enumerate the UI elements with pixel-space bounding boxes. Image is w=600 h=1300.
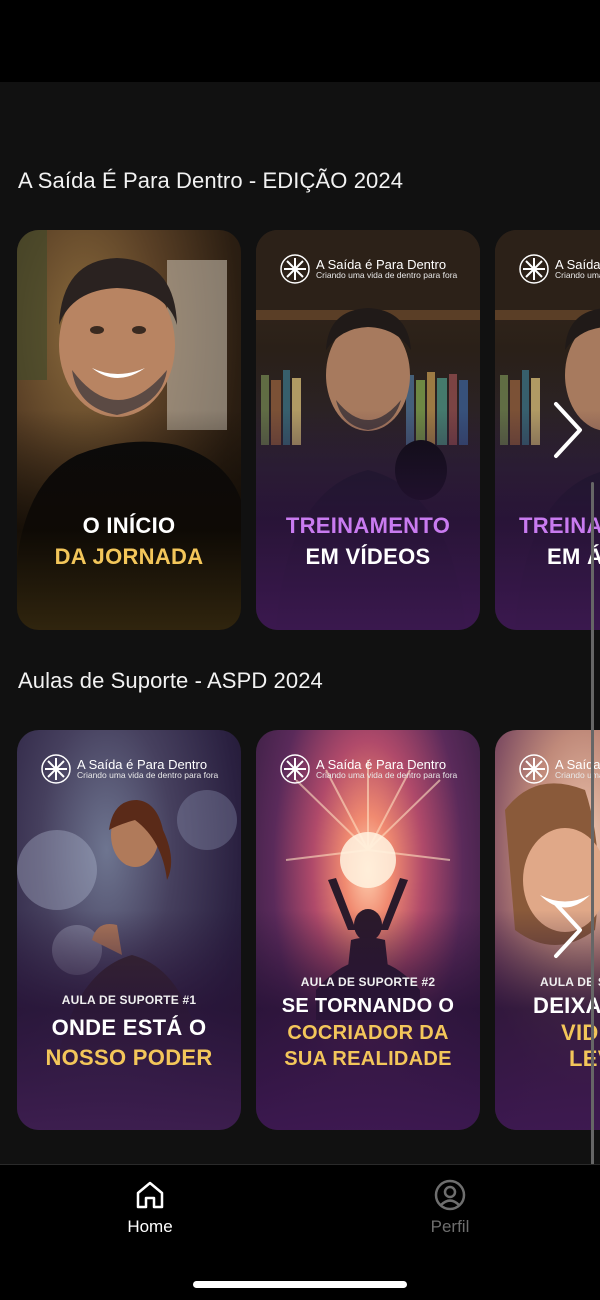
card-title-line1: TREINA xyxy=(519,513,600,538)
tab-perfil-label: Perfil xyxy=(430,1217,470,1236)
brand-tagline: Criando uma vida de dentro para fora xyxy=(555,270,600,281)
home-indicator[interactable] xyxy=(193,1281,407,1288)
card-title-line3: SUA REALIDADE xyxy=(284,1048,452,1070)
brand-logo-icon xyxy=(280,754,310,784)
card-title-line2: EM VÍDEOS xyxy=(305,544,431,569)
card-title-line2: NOSSO PODER xyxy=(45,1045,213,1070)
brand-header: A Saída é Para Dentro Criando uma vida d… xyxy=(519,254,600,284)
scrollbar[interactable] xyxy=(591,482,594,1164)
tab-home-label: Home xyxy=(127,1217,173,1236)
card-title-line1: DEIXA xyxy=(533,993,600,1018)
home-icon xyxy=(136,1181,164,1209)
card-title-line1: SE TORNANDO O xyxy=(281,995,455,1017)
brand-header: A Saída é Para Dentro Criando uma vida d… xyxy=(280,754,457,784)
tab-bar: Home Perfil xyxy=(0,1164,600,1300)
brand-tagline: Criando uma vida de dentro para fora xyxy=(77,770,219,781)
profile-icon xyxy=(434,1179,466,1211)
card-inicio-jornada[interactable]: O INÍCIO DA JORNADA xyxy=(17,230,241,630)
brand-tagline: Criando uma vida de dentro para fora xyxy=(316,770,458,781)
card-title-line1: O INÍCIO xyxy=(82,513,176,538)
card-tag: AULA DE SUPORTE #2 xyxy=(300,975,436,989)
brand-name: A Saída é Para Dentro xyxy=(555,256,600,272)
brand-name: A Saída é Para Dentro xyxy=(77,756,208,772)
brand-tagline: Criando uma vida de dentro para fora xyxy=(316,270,458,281)
card-aula-suporte-2[interactable]: A Saída é Para Dentro Criando uma vida d… xyxy=(256,730,480,1130)
card-title-line2: EM Á xyxy=(547,544,600,569)
brand-name: A Saída é Para Dentro xyxy=(316,256,447,272)
tab-home[interactable]: Home xyxy=(90,1179,210,1237)
chevron-right-icon[interactable] xyxy=(546,900,586,960)
brand-logo-icon xyxy=(519,754,549,784)
brand-logo-icon xyxy=(41,754,71,784)
main-content: A Saída É Para Dentro - EDIÇÃO 2024 O IN… xyxy=(0,82,600,1164)
brand-logo-icon xyxy=(280,254,310,284)
card-tag: AULA DE SUPORTE #1 xyxy=(61,993,197,1007)
card-title-line1: TREINAMENTO xyxy=(285,513,451,538)
card-title-line1: ONDE ESTÁ O xyxy=(51,1015,207,1040)
status-bar xyxy=(0,0,600,82)
brand-header: A Saída é Para Dentro Criando uma vida d… xyxy=(280,254,457,284)
card-aula-suporte-1[interactable]: A Saída é Para Dentro Criando uma vida d… xyxy=(17,730,241,1130)
brand-header: A Saída é Para Dentro Criando uma vida d… xyxy=(519,754,600,784)
tab-perfil[interactable]: Perfil xyxy=(390,1179,510,1237)
card-treinamento-videos[interactable]: A Saída é Para Dentro Criando uma vida d… xyxy=(256,230,480,630)
brand-name: A Saída é Para Dentro xyxy=(316,756,447,772)
section-title-edicao-2024: A Saída É Para Dentro - EDIÇÃO 2024 xyxy=(18,168,404,193)
brand-logo-icon xyxy=(519,254,549,284)
brand-header: A Saída é Para Dentro Criando uma vida d… xyxy=(41,754,218,784)
card-title-line3: LEV xyxy=(569,1046,600,1071)
carousel-aulas-suporte[interactable]: A Saída é Para Dentro Criando uma vida d… xyxy=(0,730,600,1130)
card-tag: AULA DE S xyxy=(540,975,600,989)
card-title-line2: DA JORNADA xyxy=(54,544,204,569)
chevron-right-icon[interactable] xyxy=(546,400,586,460)
section-title-aulas-suporte: Aulas de Suporte - ASPD 2024 xyxy=(18,668,323,693)
carousel-edicao-2024[interactable]: O INÍCIO DA JORNADA A Saída é Para Dentr… xyxy=(0,230,600,630)
